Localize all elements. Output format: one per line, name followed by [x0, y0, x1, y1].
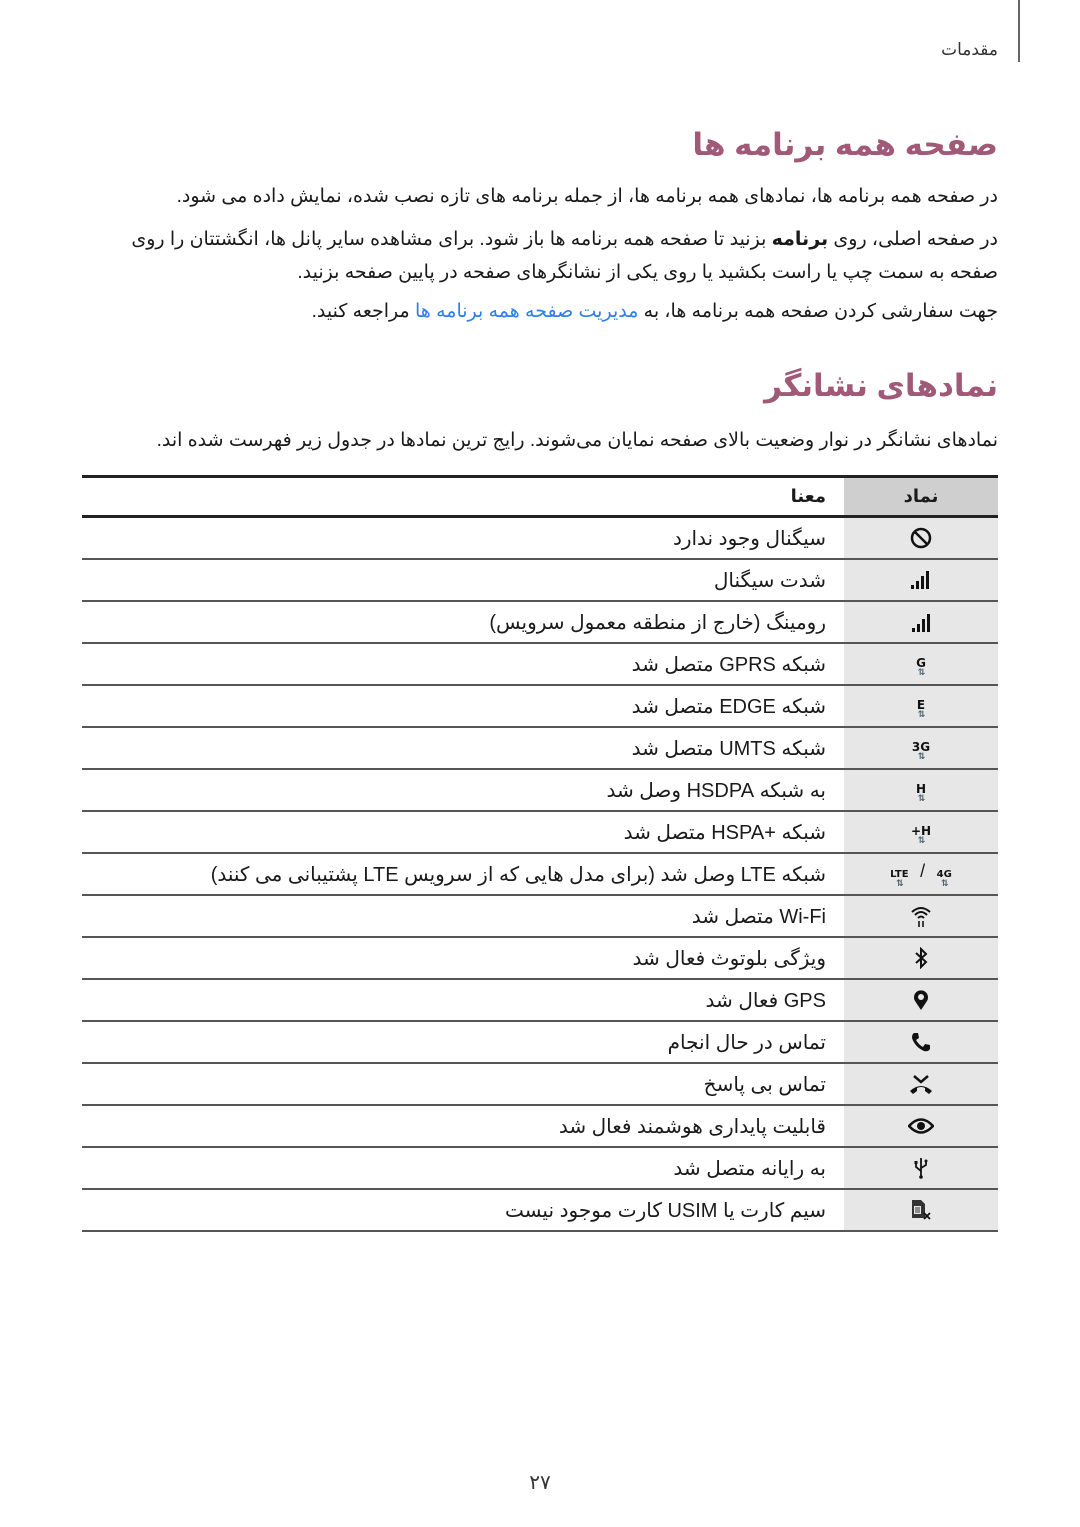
table-row: LTE ⇅ / 4G ⇅ شبکه LTE وصل شد (برای مدل های… — [82, 853, 998, 896]
indicator-icons-para: نمادهای نشانگر در نوار وضعیت بالای صفحه … — [156, 430, 998, 451]
row-meaning: رومینگ (خارج از منطقه معمول سرویس) — [82, 601, 844, 644]
wifi-icon — [911, 907, 931, 927]
table-row: شدت سیگنال — [82, 559, 998, 602]
row-meaning: GPS فعال شد — [82, 979, 844, 1022]
row-meaning: شبکه LTE وصل شد (برای مدل هایی که از سرو… — [82, 853, 844, 896]
no-signal-icon — [910, 527, 932, 549]
row-meaning: شبکه GPRS متصل شد — [82, 643, 844, 686]
table-row: E ⇅ شبکه EDGE متصل شد — [82, 685, 998, 728]
signal-strength-icon — [911, 571, 929, 590]
indicator-icons-table: نماد معنا سیگنال وجود ندارد شدت سیگنال R… — [82, 475, 998, 1232]
table-row: تماس بی پاسخ — [82, 1063, 998, 1106]
chapter-label: مقدمات — [941, 40, 998, 59]
para3-text-post: مراجعه کنید. — [311, 301, 415, 322]
usb-icon — [914, 1158, 928, 1180]
row-meaning: شبکه EDGE متصل شد — [82, 685, 844, 728]
4g-icon: 4G ⇅ — [936, 868, 952, 889]
row-meaning: شبکه UMTS متصل شد — [82, 727, 844, 770]
row-meaning: تماس بی پاسخ — [82, 1063, 844, 1106]
page-number: ۲۷ — [529, 1472, 551, 1494]
call-in-progress-icon — [912, 1033, 930, 1052]
table-row: قابلیت پایداری هوشمند فعال شد — [82, 1105, 998, 1148]
row-meaning: به رایانه متصل شد — [82, 1147, 844, 1190]
roaming-icon: R — [909, 613, 930, 633]
hspa-plus-icon: H+ ⇅ — [910, 824, 932, 846]
lte-icon: LTE ⇅ — [890, 868, 909, 889]
table-row: GPS فعال شد — [82, 979, 998, 1022]
smart-stay-icon — [908, 1118, 934, 1134]
row-meaning: Wi-Fi متصل شد — [82, 895, 844, 938]
row-meaning: شدت سیگنال — [82, 559, 844, 602]
all-apps-para-3: جهت سفارشی کردن صفحه همه برنامه ها، به م… — [82, 295, 998, 328]
table-row: H+ ⇅ شبکه +HSPA متصل شد — [82, 811, 998, 854]
bluetooth-icon — [915, 947, 928, 970]
all-apps-para-1: در صفحه همه برنامه ها، نمادهای همه برنام… — [176, 186, 998, 207]
hsdpa-icon: H ⇅ — [915, 782, 927, 804]
header-meaning: معنا — [82, 475, 844, 518]
icon-separator: / — [920, 860, 926, 881]
table-row: تماس در حال انجام — [82, 1021, 998, 1064]
section-title-indicator-icons: نمادهای نشانگر — [764, 368, 998, 403]
row-meaning: شبکه +HSPA متصل شد — [82, 811, 844, 854]
section-title-all-apps: صفحه همه برنامه ها — [692, 127, 998, 162]
table-row: G ⇅ شبکه GPRS متصل شد — [82, 643, 998, 686]
table-row: سیگنال وجود ندارد — [82, 516, 998, 560]
lte-icon-label: LTE — [890, 868, 909, 880]
row-meaning: سیگنال وجود ندارد — [82, 516, 844, 560]
apps-term: برنامه — [771, 229, 829, 250]
para2-text-pre: در صفحه اصلی، روی — [828, 229, 998, 250]
missed-call-icon — [910, 1075, 932, 1095]
header-rule — [1018, 0, 1020, 62]
table-row: R رومینگ (خارج از منطقه معمول سرویس) — [82, 601, 998, 644]
table-header-row: نماد معنا — [82, 475, 998, 518]
table-row: ویژگی بلوتوث فعال شد — [82, 937, 998, 980]
edge-icon: E ⇅ — [916, 698, 926, 720]
all-apps-para-2: در صفحه اصلی، روی برنامه بزنید تا صفحه ه… — [82, 223, 998, 289]
header-symbol: نماد — [844, 475, 998, 518]
table-row: Wi-Fi متصل شد — [82, 895, 998, 938]
row-meaning: ویژگی بلوتوث فعال شد — [82, 937, 844, 980]
table-row: 3G ⇅ شبکه UMTS متصل شد — [82, 727, 998, 770]
row-meaning: سیم کارت یا USIM کارت موجود نیست — [82, 1189, 844, 1232]
4g-icon-label: 4G — [936, 868, 952, 880]
row-meaning: تماس در حال انجام — [82, 1021, 844, 1064]
manage-all-apps-link[interactable]: مدیریت صفحه همه برنامه ها — [415, 301, 638, 322]
table-row: به رایانه متصل شد — [82, 1147, 998, 1190]
row-meaning: قابلیت پایداری هوشمند فعال شد — [82, 1105, 844, 1148]
gprs-icon: G ⇅ — [916, 656, 926, 678]
umts-icon: 3G ⇅ — [911, 740, 931, 762]
gps-icon — [914, 990, 928, 1010]
no-sim-icon — [912, 1200, 931, 1220]
table-row: سیم کارت یا USIM کارت موجود نیست — [82, 1189, 998, 1232]
table-row: H ⇅ به شبکه HSDPA وصل شد — [82, 769, 998, 812]
row-meaning: به شبکه HSDPA وصل شد — [82, 769, 844, 812]
para3-text-pre: جهت سفارشی کردن صفحه همه برنامه ها، به — [638, 301, 998, 322]
